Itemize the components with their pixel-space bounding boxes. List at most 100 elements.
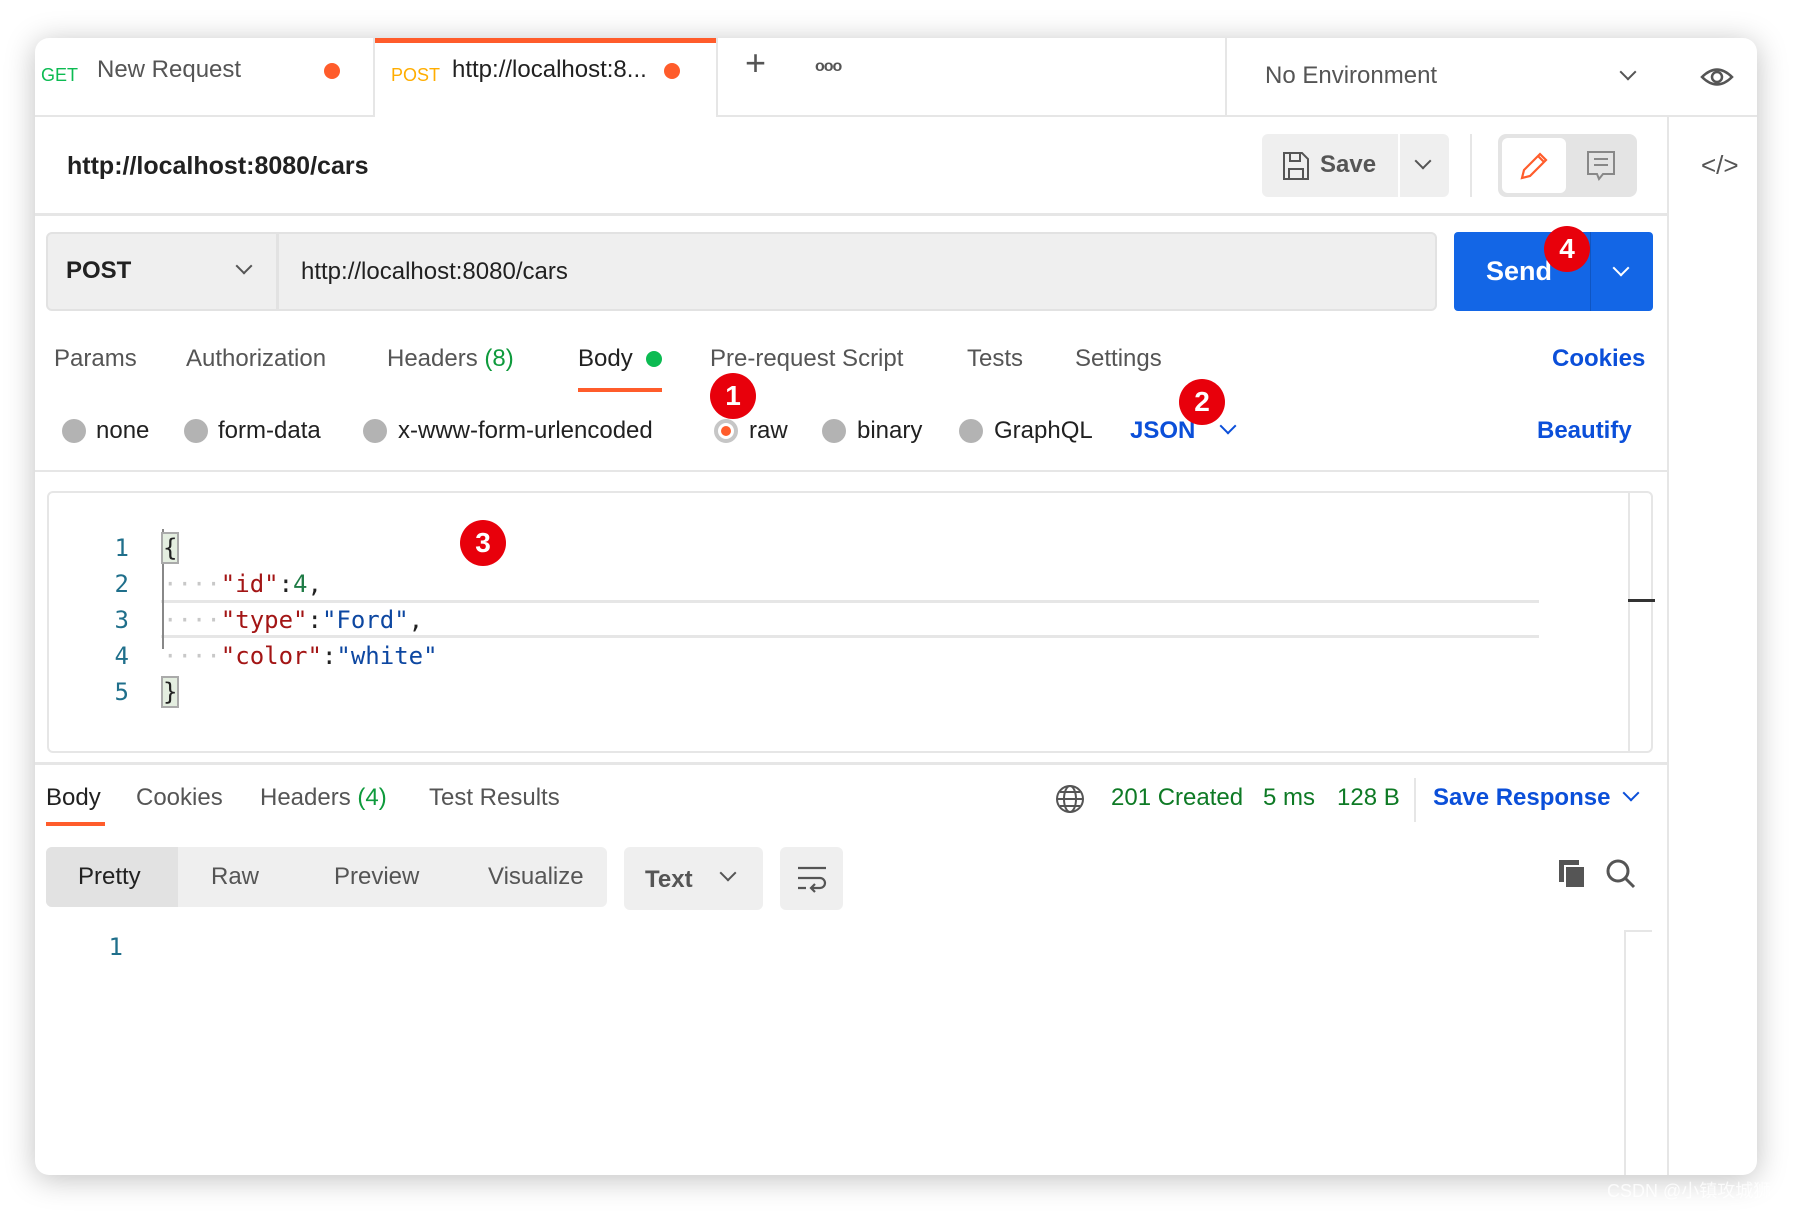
method-label: POST [391, 65, 441, 85]
postman-window: GET New Request POST http://localhost:8.… [35, 38, 1757, 1175]
tab-post-cars[interactable]: POST http://localhost:8... [375, 38, 716, 117]
response-scrollbar[interactable] [1624, 930, 1626, 1175]
tab-params[interactable]: Params [54, 344, 137, 374]
radio-form-data[interactable] [184, 419, 208, 443]
tab-headers-label: Headers [387, 345, 478, 372]
tab-settings[interactable]: Settings [1075, 344, 1162, 374]
code-token: "color" [220, 642, 322, 670]
radio-urlencoded-label[interactable]: x-www-form-urlencoded [398, 416, 653, 446]
request-body-editor[interactable]: 1{2 ····"id":4, 3 ····"type":"Ford", 4 ····"c… [47, 491, 1655, 753]
comments-icon[interactable] [1586, 150, 1616, 182]
code-token: 4 [293, 570, 308, 598]
radio-none[interactable] [62, 419, 86, 443]
response-tab-cookies[interactable]: Cookies [136, 783, 223, 813]
code-token: : [321, 642, 337, 670]
response-tab-body[interactable]: Body [46, 783, 101, 813]
status-code[interactable]: 201 Created [1111, 783, 1243, 813]
send-options-button[interactable] [1590, 232, 1653, 311]
unsaved-dot [664, 63, 680, 79]
radio-urlencoded[interactable] [363, 419, 387, 443]
response-line-number: 1 [108, 933, 123, 961]
tab-label: http://localhost:8... [452, 56, 647, 83]
environment-select[interactable]: No Environment [1227, 38, 1657, 115]
more-tabs-button[interactable]: ooo [815, 52, 842, 82]
code-snippet-icon[interactable]: </> [1701, 150, 1739, 180]
view-pretty-label: Pretty [78, 863, 141, 890]
code-token: "Ford" [321, 606, 409, 634]
response-time[interactable]: 5 ms [1263, 783, 1315, 813]
code-token: , [408, 606, 424, 634]
annotation-badge-2: 2 [1179, 379, 1225, 425]
code-token: ···· [163, 642, 221, 670]
new-tab-button[interactable]: + [745, 45, 766, 81]
annotation-badge-3: 3 [460, 520, 506, 566]
view-preview-button[interactable]: Preview [334, 862, 419, 892]
code-line: ····"color":"white" [163, 641, 438, 671]
code-token: : [278, 570, 294, 598]
wrap-icon [798, 866, 827, 893]
tab-prerequest-script[interactable]: Pre-request Script [710, 344, 903, 374]
url-input[interactable] [277, 232, 1437, 311]
radio-graphql[interactable] [959, 419, 983, 443]
code-line: ····"type":"Ford", [163, 605, 423, 635]
tab-headers[interactable]: Headers (8) [387, 344, 514, 374]
response-headers-label: Headers [260, 784, 351, 811]
line-number: 2 [114, 570, 129, 598]
edit-mode-button[interactable] [1502, 138, 1566, 193]
code-token: } [160, 676, 180, 708]
body-indicator-dot [646, 351, 662, 367]
unsaved-dot [324, 63, 340, 79]
response-headers-count: (4) [357, 784, 387, 811]
cookies-link[interactable]: Cookies [1552, 344, 1645, 374]
radio-graphql-label[interactable]: GraphQL [994, 416, 1093, 446]
view-visualize-button[interactable]: Visualize [488, 862, 584, 892]
editor-scrollbar[interactable] [1628, 493, 1630, 753]
radio-raw-selected[interactable] [714, 419, 738, 443]
code-token: ···· [163, 606, 221, 634]
save-response-button[interactable]: Save Response [1433, 780, 1653, 816]
response-tab-test-results[interactable]: Test Results [429, 783, 560, 813]
save-label: Save [1320, 151, 1377, 178]
view-pretty-button[interactable]: Pretty [46, 847, 178, 907]
line-number: 1 [114, 534, 129, 562]
request-title[interactable]: http://localhost:8080/cars [67, 151, 368, 181]
method-select[interactable]: POST [46, 232, 278, 311]
radio-none-label[interactable]: none [96, 416, 149, 446]
response-size[interactable]: 128 B [1337, 783, 1400, 813]
tab-new-request[interactable]: GET New Request [35, 38, 373, 117]
tab-tests[interactable]: Tests [967, 344, 1023, 374]
tab-body[interactable]: Body [578, 344, 633, 374]
environment-label: No Environment [1265, 62, 1438, 89]
copy-icon[interactable] [1557, 858, 1587, 890]
beautify-button[interactable]: Beautify [1537, 416, 1632, 446]
response-view-selector: Pretty Raw Preview Visualize [46, 847, 607, 907]
tab-label: New Request [97, 56, 242, 83]
active-tab-underline [578, 388, 662, 392]
annotation-badge-1: 1 [710, 373, 756, 419]
radio-raw-label[interactable]: raw [749, 416, 788, 446]
radio-form-data-label[interactable]: form-data [218, 416, 321, 446]
method-value: POST [66, 257, 132, 284]
response-format-select[interactable]: Text [624, 847, 763, 910]
code-line: ····"id":4, [163, 569, 322, 599]
eye-icon[interactable] [1700, 62, 1734, 92]
tab-authorization[interactable]: Authorization [186, 344, 326, 374]
search-icon[interactable] [1605, 858, 1637, 890]
method-label: GET [41, 65, 79, 85]
save-button[interactable]: Save [1262, 134, 1398, 197]
code-token: "white" [336, 642, 438, 670]
globe-icon[interactable] [1055, 784, 1085, 814]
line-number: 3 [114, 606, 129, 634]
view-raw-button[interactable]: Raw [211, 862, 259, 892]
save-options-button[interactable] [1400, 134, 1449, 197]
code-line: { [160, 532, 180, 564]
radio-binary-label[interactable]: binary [857, 416, 922, 446]
response-tab-headers[interactable]: Headers (4) [260, 783, 387, 813]
response-format-label: Text [645, 866, 693, 893]
format-label: JSON [1130, 417, 1196, 444]
pencil-icon [1520, 152, 1548, 180]
radio-binary[interactable] [822, 419, 846, 443]
headers-count: (8) [484, 345, 514, 372]
code-token: , [307, 570, 322, 598]
wrap-lines-button[interactable] [780, 847, 843, 910]
